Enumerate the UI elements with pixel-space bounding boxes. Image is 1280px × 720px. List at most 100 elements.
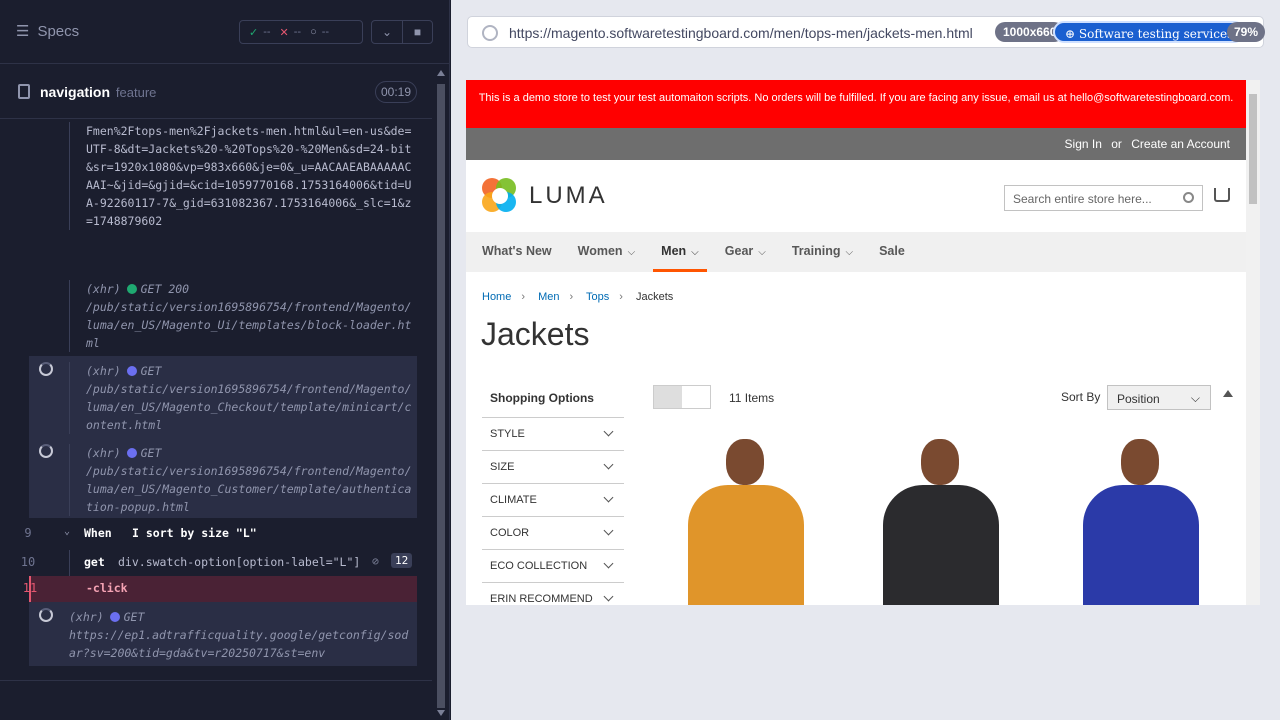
chevron-down-icon: ⌵ xyxy=(627,247,636,258)
zoom-badge: 79% xyxy=(1227,22,1266,42)
sign-in-link[interactable]: Sign In xyxy=(1065,137,1102,151)
breadcrumb-current: Jackets xyxy=(636,291,674,303)
command-name: get xyxy=(84,555,105,569)
nav-training[interactable]: Training ⌵ xyxy=(792,232,853,272)
runner-controls: ⌄ ■ xyxy=(371,20,433,44)
check-icon: ✓ xyxy=(249,26,259,39)
account-bar: Sign In or Create an Account xyxy=(466,128,1246,160)
product-jacket-1 xyxy=(688,485,804,605)
specs-label: Specs xyxy=(37,22,80,40)
step-keyword: When xyxy=(84,526,112,540)
nav-women[interactable]: Women ⌵ xyxy=(578,232,636,272)
view-mode-switcher xyxy=(653,385,711,409)
grid-view-icon[interactable] xyxy=(654,386,682,408)
search-icon[interactable] xyxy=(1183,192,1194,203)
log-xhr-entry[interactable]: (xhr) GET/pub/static/version1695896754/fr… xyxy=(69,362,417,434)
create-account-link[interactable]: Create an Account xyxy=(1131,137,1230,151)
filter-size[interactable]: SIZE xyxy=(482,451,624,484)
breadcrumb-tops[interactable]: Tops xyxy=(586,291,609,303)
chevron-down-icon: ⌵ xyxy=(758,247,766,258)
product-jacket-2 xyxy=(883,485,999,605)
breadcrumb: Home › Men › Tops › Jackets xyxy=(482,291,674,303)
log-xhr-entry[interactable]: (xhr) GET 200/pub/static/version169589675… xyxy=(69,280,417,352)
line-number: 11 xyxy=(22,581,38,595)
status-dot-icon xyxy=(126,448,137,458)
nav-gear[interactable]: Gear ⌵ xyxy=(725,232,766,272)
software-testing-services-button[interactable]: ⊕ Software testing services xyxy=(1053,21,1246,43)
element-count-badge: 12 xyxy=(391,553,413,568)
test-stats: ✓ -- ✕ -- ○ -- xyxy=(239,20,363,44)
filter-climate[interactable]: CLIMATE xyxy=(482,484,624,517)
log-xhr-entry[interactable]: (xhr) GET https://ep1.adtrafficquality.goo… xyxy=(53,608,413,662)
luma-logo[interactable]: LUMA xyxy=(482,178,608,214)
app-under-test: This is a demo store to test your test a… xyxy=(466,80,1260,605)
product-jacket-3 xyxy=(1083,485,1199,605)
stop-icon[interactable]: ■ xyxy=(401,21,432,43)
step-text: I sort by size "L" xyxy=(132,526,257,540)
store-search-input[interactable]: Search entire store here... xyxy=(1004,185,1203,211)
x-icon: ✕ xyxy=(279,26,289,39)
luma-logo-icon xyxy=(482,178,518,214)
test-runner-panel: ☰ Specs ✓ -- ✕ -- ○ -- ⌄ ■ navigation featu… xyxy=(0,0,450,720)
product-image[interactable] xyxy=(676,435,816,605)
product-toolbar: 11 Items Sort By Position ⌵ xyxy=(653,385,1233,411)
chevron-down-icon: ⌵ xyxy=(845,247,854,258)
url-bar[interactable]: https://magento.softwaretestingboard.com… xyxy=(467,16,1266,48)
line-number: 10 xyxy=(20,555,36,569)
breadcrumb-home[interactable]: Home xyxy=(482,291,511,303)
filter-color[interactable]: COLOR xyxy=(482,517,624,550)
command-name: -click xyxy=(86,581,128,595)
duration-timer: 00:19 xyxy=(375,81,417,103)
spinner-icon xyxy=(39,444,53,458)
pending-stat: ○ -- xyxy=(310,26,330,38)
nav-men[interactable]: Men ⌵ xyxy=(653,232,707,272)
filter-erin-recommend[interactable]: ERIN RECOMMEND xyxy=(482,583,624,605)
status-dot-icon xyxy=(126,366,137,376)
nav-whats-new[interactable]: What's New xyxy=(482,232,552,272)
main-navigation: What's New Women ⌵ Men ⌵ Gear ⌵ Training ⌵ S… xyxy=(466,232,1246,272)
log-text-fragment: Fmen%2Ftops-men%2Fjackets-men.html&ul=en… xyxy=(69,122,417,230)
spec-file-name: navigation feature xyxy=(40,84,157,100)
step-11-failed[interactable]: 11 -click xyxy=(23,576,417,602)
demo-store-banner: This is a demo store to test your test a… xyxy=(466,80,1246,128)
globe-icon xyxy=(482,25,498,41)
chevron-down-icon: ⌵ xyxy=(691,247,699,258)
filter-style[interactable]: STYLE xyxy=(482,418,624,451)
step-10[interactable]: 10 get div.swatch-option[option-label="L… xyxy=(0,550,417,576)
page-title: Jackets xyxy=(481,316,590,352)
product-image[interactable] xyxy=(871,435,1011,605)
breadcrumb-men[interactable]: Men xyxy=(538,291,559,303)
shopping-options-title: Shopping Options xyxy=(482,385,624,418)
list-view-icon[interactable] xyxy=(682,386,710,408)
filter-sidebar: Shopping Options STYLE SIZE CLIMATE COLO… xyxy=(482,385,624,605)
product-image[interactable] xyxy=(1071,435,1211,605)
failed-stat: ✕ -- xyxy=(279,26,302,39)
status-dot-icon xyxy=(109,612,120,622)
chevron-down-icon: ⌄ xyxy=(64,526,71,537)
cart-icon[interactable] xyxy=(1214,188,1230,202)
sort-by-label: Sort By xyxy=(1061,390,1101,404)
status-dot-icon xyxy=(126,284,137,294)
sort-select[interactable]: Position ⌵ xyxy=(1107,385,1211,410)
pending-icon: ○ xyxy=(310,26,317,38)
chevron-down-icon[interactable]: ⌄ xyxy=(372,21,402,43)
specs-toggle[interactable]: ☰ Specs xyxy=(16,22,80,41)
page-scrollbar[interactable] xyxy=(1246,80,1260,605)
menu-icon: ☰ xyxy=(16,23,30,40)
or-text: or xyxy=(1111,137,1122,151)
command-log: Fmen%2Ftops-men%2Fjackets-men.html&ul=en… xyxy=(0,120,432,680)
log-xhr-entry[interactable]: (xhr) GET/pub/static/version1695896754/fr… xyxy=(69,444,417,516)
spec-file-header: navigation feature 00:19 xyxy=(0,65,432,119)
eye-slash-icon: ⊘ xyxy=(372,554,379,568)
spinner-icon xyxy=(39,608,53,622)
document-icon xyxy=(18,84,30,99)
url-text: https://magento.softwaretestingboard.com… xyxy=(509,25,973,41)
log-scrollbar[interactable] xyxy=(434,64,448,720)
step-9[interactable]: 9 ⌄ When I sort by size "L" xyxy=(0,522,417,546)
sort-direction-arrow-icon[interactable] xyxy=(1223,390,1233,397)
command-selector: div.swatch-option[option-label="L"] xyxy=(118,555,361,569)
spinner-icon xyxy=(39,362,53,376)
nav-sale[interactable]: Sale xyxy=(879,232,905,272)
line-number: 9 xyxy=(24,526,32,540)
filter-eco-collection[interactable]: ECO COLLECTION xyxy=(482,550,624,583)
